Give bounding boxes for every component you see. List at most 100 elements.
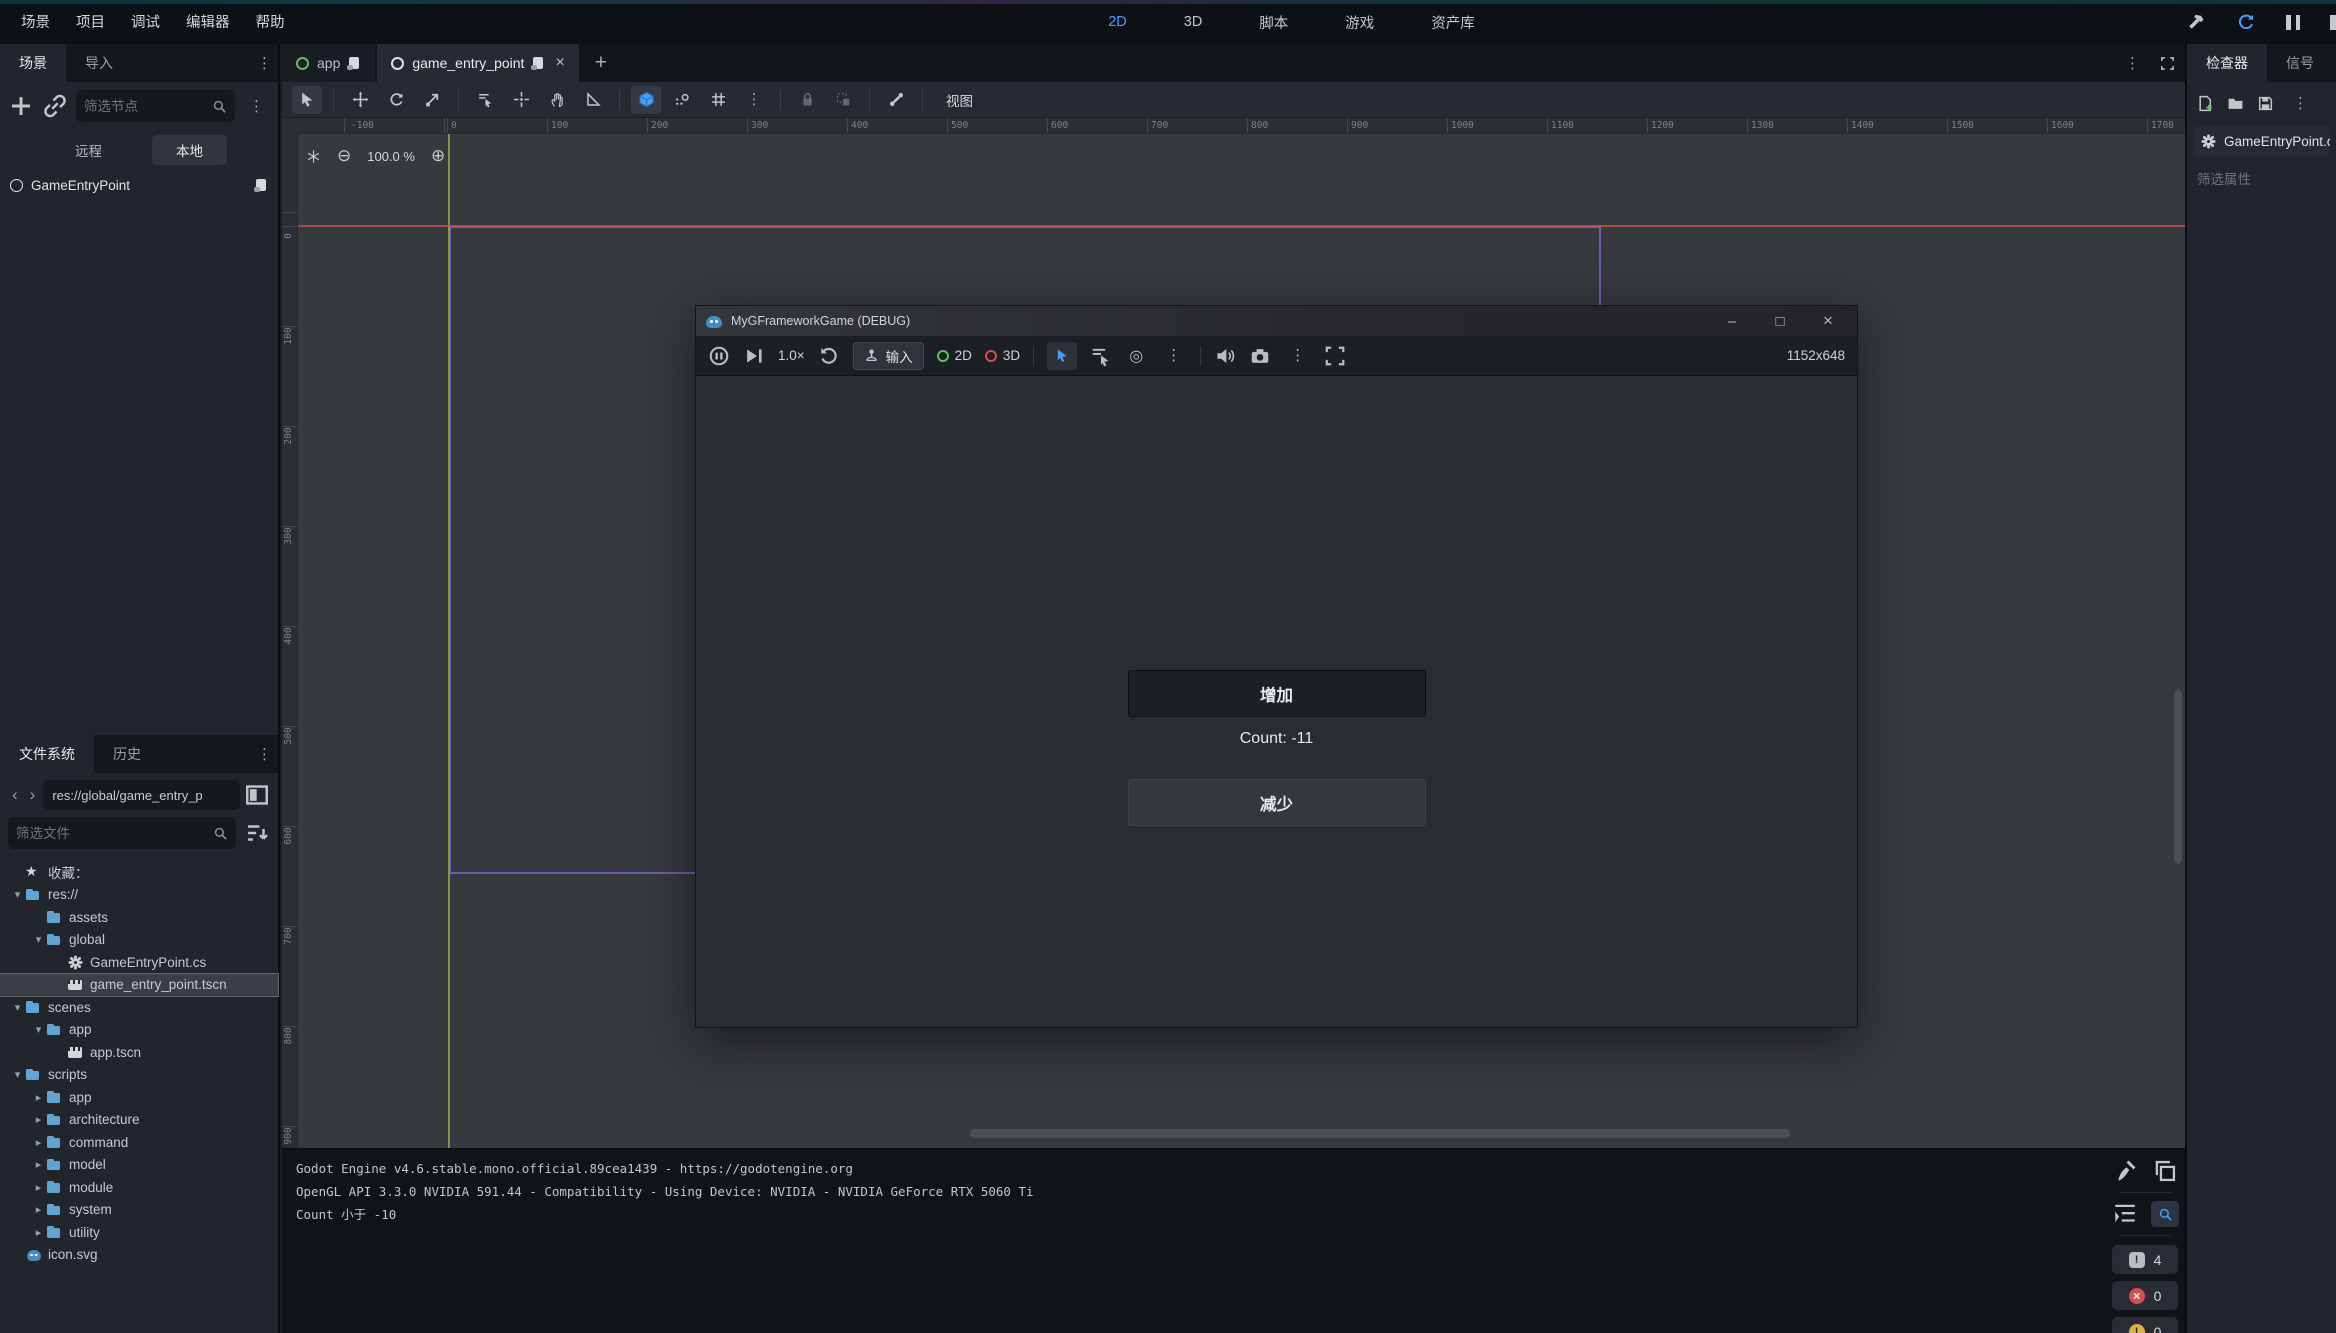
build-hammer-icon[interactable] (2186, 12, 2206, 32)
scene-tab-game-entry-point[interactable]: game_entry_point × (377, 44, 578, 82)
new-resource-icon[interactable] (2197, 95, 2214, 112)
scene-tree-menu-icon[interactable]: ⋮ (243, 99, 270, 114)
dock-tab[interactable]: 文件系统 (0, 735, 94, 773)
canvas-vertical-scrollbar[interactable] (2174, 690, 2182, 864)
input-mode-button[interactable]: 输入 (853, 342, 924, 370)
3d-debug-toggle[interactable]: 3D (985, 342, 1020, 370)
workspace-tab[interactable]: 脚本 (1236, 12, 1288, 33)
move-tool-icon[interactable] (345, 86, 375, 114)
workspace-tab[interactable]: 2D (1085, 14, 1127, 30)
remote-mode-button[interactable]: 远程 (51, 135, 126, 165)
game-options-dots-icon[interactable]: ⋮ (1284, 342, 1311, 370)
file-tree-item[interactable]: system (0, 1199, 278, 1222)
dock-tab[interactable]: 信号 (2267, 44, 2333, 82)
camera-override-icon[interactable]: ◎ (1125, 342, 1147, 370)
file-tree-item[interactable]: scenes (0, 996, 278, 1019)
clear-output-icon[interactable] (2111, 1158, 2139, 1184)
file-tree-item[interactable]: icon.svg (0, 1244, 278, 1267)
nav-back-icon[interactable]: ‹ (8, 785, 22, 805)
decrease-button[interactable]: 减少 (1128, 779, 1426, 826)
file-tree-item[interactable]: global (0, 929, 278, 952)
zoom-in-icon[interactable]: ⊕ (431, 146, 445, 166)
scale-tool-icon[interactable] (417, 86, 447, 114)
restart-game-icon[interactable] (2236, 12, 2256, 32)
file-tree-item[interactable]: app.tscn (0, 1041, 278, 1064)
game-menu-dots-icon[interactable]: ⋮ (1160, 342, 1187, 370)
snap-position-tool-icon[interactable] (506, 86, 536, 114)
log-filter-badge[interactable]: 4 (2112, 1245, 2178, 1274)
file-filter-input[interactable] (16, 826, 213, 841)
instance-scene-icon[interactable] (42, 93, 68, 119)
select-tool-icon[interactable] (292, 86, 322, 114)
expander-icon[interactable] (31, 1091, 46, 1104)
menu-item[interactable]: 场景 (8, 0, 63, 44)
expander-icon[interactable] (31, 1203, 46, 1216)
file-tree-item[interactable]: module (0, 1176, 278, 1199)
camera-icon[interactable] (1249, 342, 1271, 370)
file-tree-item[interactable]: command (0, 1131, 278, 1154)
new-scene-tab-icon[interactable]: + (581, 51, 621, 75)
2d-viewport[interactable]: -100010020030040050060070080090010001100… (282, 118, 2185, 1148)
save-resource-icon[interactable] (2257, 95, 2274, 112)
script-icon[interactable] (255, 178, 268, 193)
snowflake-icon[interactable] (306, 149, 321, 164)
local-mode-button[interactable]: 本地 (152, 135, 227, 165)
pause-game-icon[interactable] (2286, 15, 2300, 30)
reset-speed-icon[interactable] (818, 342, 840, 370)
expander-icon[interactable] (31, 1181, 46, 1194)
dock-tab[interactable]: 场景 (0, 44, 66, 82)
expander-icon[interactable] (10, 1068, 25, 1081)
edited-resource-row[interactable]: GameEntryPoint.cs (2193, 126, 2330, 156)
view-menu-button[interactable]: 视图 (934, 86, 985, 114)
zoom-level-label[interactable]: 100.0 % (367, 149, 415, 164)
distraction-free-icon[interactable] (2160, 56, 2175, 71)
dock-tab[interactable]: 检查器 (2187, 44, 2267, 82)
game-fullscreen-icon[interactable] (1324, 342, 1346, 370)
sort-files-icon[interactable] (244, 820, 270, 846)
expander-icon[interactable] (10, 888, 25, 901)
2d-debug-toggle[interactable]: 2D (937, 342, 972, 370)
close-tab-icon[interactable]: × (555, 54, 564, 72)
nav-forward-icon[interactable]: › (26, 785, 40, 805)
copy-output-icon[interactable] (2151, 1158, 2179, 1184)
search-output-icon[interactable] (2151, 1201, 2179, 1227)
grid-icon[interactable] (703, 86, 733, 114)
game-viewport[interactable]: 增加 Count: -11 减少 (696, 377, 1857, 1027)
game-window-titlebar[interactable]: MyGFrameworkGame (DEBUG) – □ × (696, 306, 1857, 336)
game-list-select-icon[interactable] (1090, 342, 1112, 370)
file-tree-item[interactable]: assets (0, 906, 278, 929)
speed-label[interactable]: 1.0× (778, 342, 805, 370)
file-tree-item[interactable]: GameEntryPoint.cs (0, 951, 278, 974)
expander-icon[interactable] (31, 1023, 46, 1036)
measure-tool-icon[interactable] (578, 86, 608, 114)
resource-options-icon[interactable]: ⋮ (2287, 96, 2314, 111)
zoom-out-icon[interactable]: ⊖ (337, 146, 351, 166)
scene-tree-root-node[interactable]: GameEntryPoint (0, 170, 278, 200)
filesystem-dock-menu-icon[interactable]: ⋮ (251, 747, 278, 762)
property-filter-placeholder[interactable]: 筛选属性 (2187, 158, 2336, 198)
node-filter-input[interactable] (84, 99, 212, 114)
tab-options-icon[interactable]: ⋮ (2119, 56, 2146, 71)
game-window[interactable]: MyGFrameworkGame (DEBUG) – □ × 1.0× 输入 2… (695, 305, 1858, 1028)
rotate-tool-icon[interactable] (381, 86, 411, 114)
file-tree-item[interactable]: model (0, 1154, 278, 1177)
expander-icon[interactable] (10, 1001, 25, 1014)
minimize-icon[interactable]: – (1712, 313, 1752, 330)
close-icon[interactable]: × (1808, 311, 1848, 331)
snap-options-menu-icon[interactable]: ⋮ (739, 86, 769, 114)
scene-tab-app[interactable]: app (282, 44, 375, 82)
pan-tool-icon[interactable] (542, 86, 572, 114)
expander-icon[interactable] (31, 1226, 46, 1239)
split-view-icon[interactable] (244, 782, 270, 808)
increase-button[interactable]: 增加 (1128, 670, 1426, 717)
menu-item[interactable]: 编辑器 (173, 0, 243, 44)
file-tree-item[interactable]: app (0, 1086, 278, 1109)
log-filter-badge[interactable]: 0 (2112, 1317, 2178, 1333)
dock-tab[interactable]: 导入 (66, 44, 132, 82)
expander-icon[interactable] (31, 933, 46, 946)
file-tree-item[interactable]: 收藏： (0, 861, 278, 884)
stop-game-icon[interactable] (2330, 15, 2336, 30)
list-select-tool-icon[interactable] (470, 86, 500, 114)
lock-icon[interactable] (792, 86, 822, 114)
grid-snap-icon[interactable] (667, 86, 697, 114)
